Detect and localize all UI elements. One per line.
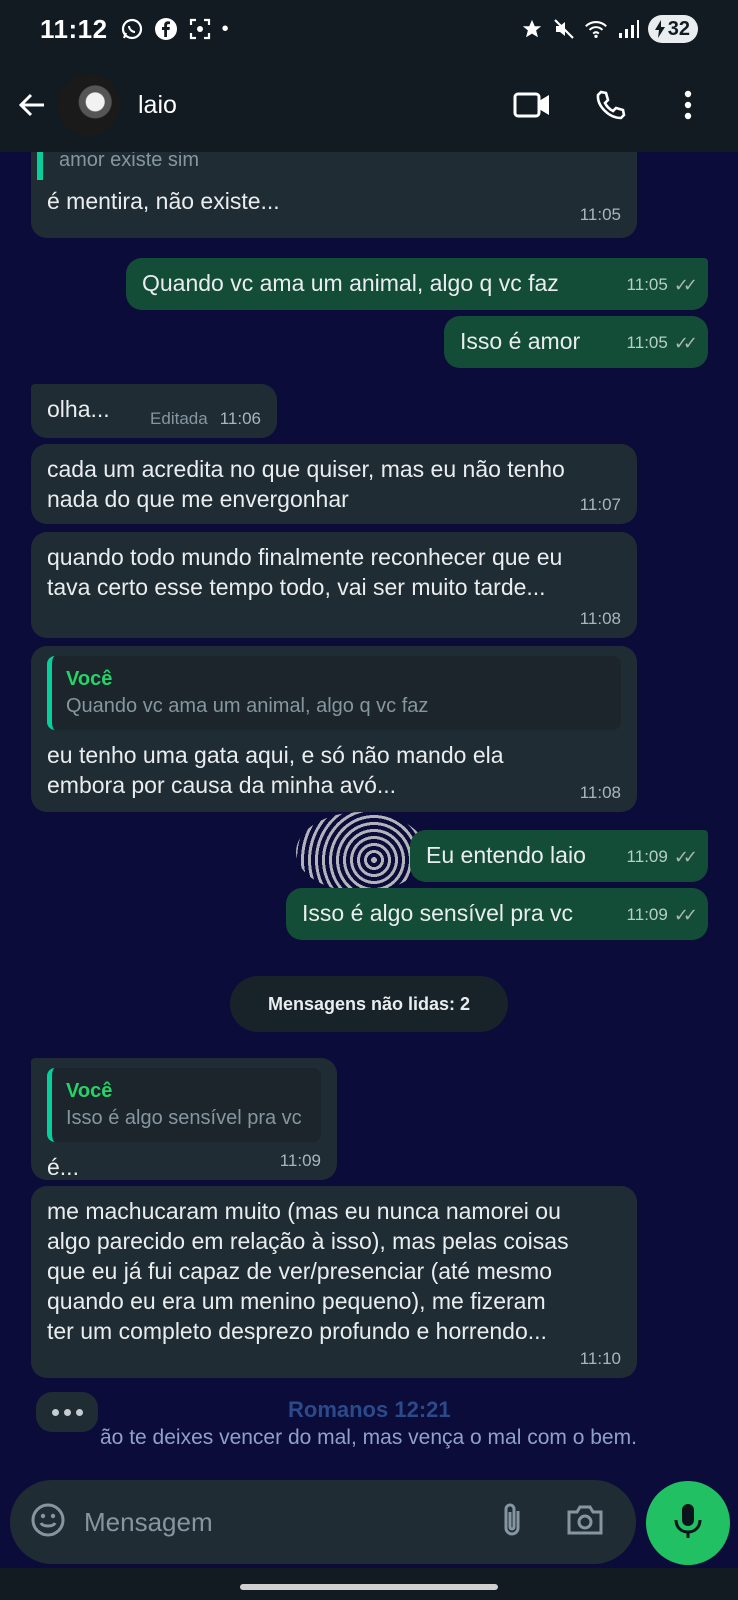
video-call-icon[interactable] xyxy=(510,83,554,127)
message-text: embora por causa da minha avó... xyxy=(47,772,397,798)
quote-bar xyxy=(37,152,43,180)
message-text: Quando vc ama um animal, algo q vc faz xyxy=(142,270,559,296)
message-incoming[interactable]: Você Quando vc ama um animal, algo q vc … xyxy=(31,646,637,812)
message-text: algo parecido em relação à isso), mas pe… xyxy=(47,1228,569,1254)
chat-area[interactable]: Romanos 12:21 ão te deixes vencer do mal… xyxy=(0,152,738,1478)
wallpaper-title: Romanos 12:21 xyxy=(288,1397,451,1422)
phone-icon[interactable] xyxy=(588,83,632,127)
message-text: ter um completo desprezo profundo e horr… xyxy=(47,1318,547,1344)
quote-text: Quando vc ama um animal, algo q vc faz xyxy=(66,695,429,717)
message-outgoing[interactable]: Quando vc ama um animal, algo q vc faz 1… xyxy=(126,258,708,310)
message-time: 11:08 xyxy=(579,783,621,802)
message-text: me machucaram muito (mas eu nunca namore… xyxy=(47,1198,561,1224)
contact-name[interactable]: laio xyxy=(138,91,177,120)
quote-text: Isso é algo sensível pra vc xyxy=(66,1107,302,1129)
message-text: Isso é amor xyxy=(460,328,581,354)
system-nav-bar xyxy=(0,1568,738,1600)
status-bar: 11:12 • 32 xyxy=(0,0,738,58)
message-text: é mentira, não existe... xyxy=(47,188,280,214)
message-incoming[interactable]: me machucaram muito (mas eu nunca namore… xyxy=(31,1186,637,1378)
message-text: eu tenho uma gata aqui, e só não mando e… xyxy=(47,742,504,768)
message-text: Isso é algo sensível pra vc xyxy=(302,900,574,926)
star-icon xyxy=(520,17,544,41)
message-incoming[interactable]: olha... Editada 11:06 xyxy=(31,384,277,438)
message-time: 11:09 xyxy=(279,1151,321,1170)
reply-quote[interactable]: Você Quando vc ama um animal, algo q vc … xyxy=(47,656,621,730)
avatar[interactable] xyxy=(58,74,120,136)
message-time: 11:09 xyxy=(626,847,668,866)
message-time: 11:05 xyxy=(579,205,621,224)
message-text: Eu entendo laio xyxy=(426,842,586,868)
screenshot-icon xyxy=(188,17,212,41)
reply-quote[interactable]: Você Isso é algo sensível pra vc xyxy=(47,1068,321,1142)
facebook-icon xyxy=(154,17,178,41)
quote-author: Você xyxy=(66,668,113,690)
quote-author: Você xyxy=(66,1080,113,1102)
back-arrow-icon[interactable] xyxy=(12,85,52,125)
unread-messages-divider: Mensagens não lidas: 2 xyxy=(230,976,508,1032)
typing-indicator xyxy=(36,1392,98,1432)
whatsapp-icon xyxy=(120,17,144,41)
edited-label: Editada xyxy=(150,409,208,428)
status-time: 11:12 xyxy=(40,13,108,44)
camera-icon[interactable] xyxy=(566,1504,604,1541)
message-time: 11:10 xyxy=(579,1349,621,1368)
message-time: 11:05 xyxy=(626,333,668,352)
message-outgoing[interactable]: Eu entendo laio 11:09 ✓✓ xyxy=(410,830,708,882)
message-text: quando todo mundo finalmente reconhecer … xyxy=(47,544,563,570)
message-incoming[interactable]: Você Isso é algo sensível pra vc é... 11… xyxy=(31,1058,337,1180)
message-text: nada do que me envergonhar xyxy=(47,486,349,512)
message-outgoing[interactable]: Isso é algo sensível pra vc 11:09 ✓✓ xyxy=(286,888,708,940)
message-incoming[interactable]: amor existe sim é mentira, não existe...… xyxy=(31,152,637,238)
battery-level: 32 xyxy=(667,17,690,40)
message-text: olha... xyxy=(47,396,110,422)
message-time: 11:05 xyxy=(626,275,668,294)
read-ticks-icon: ✓✓ xyxy=(673,847,698,867)
message-incoming[interactable]: cada um acredita no que quiser, mas eu n… xyxy=(31,444,637,524)
attach-icon[interactable] xyxy=(500,1501,524,1544)
message-time: 11:08 xyxy=(579,609,621,628)
signal-icon xyxy=(616,17,640,41)
read-ticks-icon: ✓✓ xyxy=(673,275,698,295)
message-text: que eu já fui capaz de ver/presenciar (a… xyxy=(47,1258,552,1284)
message-time: 11:07 xyxy=(579,495,621,514)
mic-button[interactable] xyxy=(646,1481,730,1565)
home-indicator[interactable] xyxy=(240,1584,498,1590)
mute-icon xyxy=(552,17,576,41)
read-ticks-icon: ✓✓ xyxy=(673,905,698,925)
chat-header: laio xyxy=(0,58,738,152)
message-text: quando eu era um menino pequeno), me fiz… xyxy=(47,1288,546,1314)
wallpaper-verse: ão te deixes vencer do mal, mas vença o … xyxy=(100,1426,637,1449)
message-input[interactable]: Mensagem xyxy=(84,1507,213,1538)
wifi-icon xyxy=(584,17,608,41)
message-composer[interactable]: Mensagem xyxy=(10,1480,636,1564)
emoji-icon[interactable] xyxy=(30,1502,66,1543)
quote-text: amor existe sim xyxy=(59,152,200,171)
mic-icon xyxy=(673,1502,703,1545)
message-outgoing[interactable]: Isso é amor 11:05 ✓✓ xyxy=(444,316,708,368)
message-text: cada um acredita no que quiser, mas eu n… xyxy=(47,456,565,482)
message-text: tava certo esse tempo todo, vai ser muit… xyxy=(47,574,546,600)
message-time: 11:06 xyxy=(219,409,261,428)
wallpaper-fingerprint xyxy=(296,812,426,892)
read-ticks-icon: ✓✓ xyxy=(673,333,698,353)
battery-indicator: 32 xyxy=(647,15,698,43)
message-time: 11:09 xyxy=(626,905,668,924)
message-incoming[interactable]: quando todo mundo finalmente reconhecer … xyxy=(31,532,637,638)
more-icon[interactable] xyxy=(666,83,710,127)
